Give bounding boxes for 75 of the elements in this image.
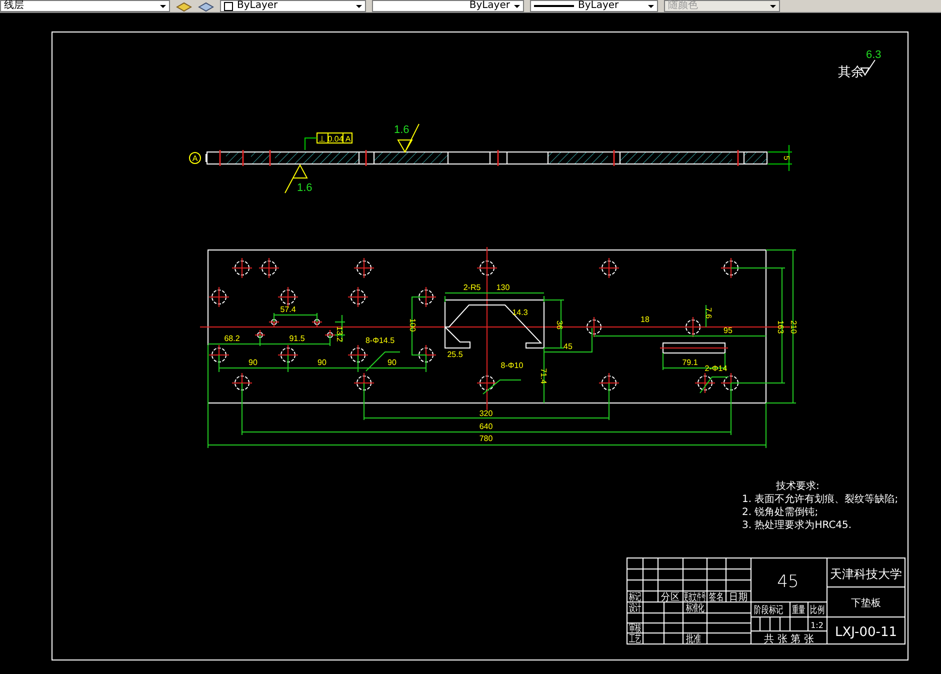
leader-line [304, 138, 318, 150]
title-block-label: 日期 [729, 592, 748, 604]
dimension-text: 91.5 [289, 334, 305, 343]
caret-icon [648, 4, 654, 8]
linetype-dropdown[interactable]: ByLayer [372, 0, 524, 12]
dimension-text: 90 [318, 358, 326, 367]
title-block-label: 更改文件号 [684, 590, 706, 603]
caret-icon [770, 4, 776, 8]
dimension-text: 13.2 [335, 326, 344, 342]
dimension-text: 14.3 [512, 308, 528, 317]
dimension-text: 95 [724, 326, 732, 335]
caret-icon [160, 4, 166, 8]
title-block-label: 分区 [661, 592, 680, 604]
datum-circle [189, 152, 201, 164]
dimension-text: 25.5 [447, 350, 463, 359]
dimension-text: 71.4 [539, 368, 548, 384]
color-swatch-icon [224, 2, 233, 10]
dimension-text: 163 [776, 320, 785, 334]
layer-stack-icon[interactable] [176, 0, 192, 12]
roughness-value: 1.6 [297, 182, 312, 194]
title-block-label: 工艺 [629, 632, 641, 644]
roughness-note-label: 其余 [838, 65, 864, 80]
part-name: 下垫板 [851, 598, 881, 609]
dimension-text: 130 [496, 283, 510, 292]
dimension-text: 7.6 [704, 307, 713, 319]
tolerance-frame-text: A [345, 134, 351, 144]
color-dropdown[interactable]: ByLayer [220, 0, 366, 12]
dimension-text: 100 [408, 318, 417, 332]
dimension-text: 57.4 [280, 305, 296, 314]
datum-label: A [192, 154, 198, 163]
caret-icon [514, 4, 520, 8]
title-block-label: 设计 [629, 601, 641, 614]
dimension-text: 90 [248, 358, 258, 367]
technical-requirement: 3. 热处理要求为HRC45. [742, 520, 852, 531]
sheet-count-label: 共 张 第 张 [764, 634, 814, 645]
school-name: 天津科技大学 [830, 567, 902, 581]
layers-icon[interactable] [198, 0, 214, 12]
drawing-number: LXJ-00-11 [835, 625, 897, 640]
title-block-label: 阶段标记 [754, 604, 784, 616]
lineweight-dropdown[interactable]: ByLayer [530, 0, 658, 12]
dimension-text: 79.1 [682, 358, 698, 367]
title-block-label: 标记 [629, 590, 641, 602]
dimension-text: 36 [555, 320, 564, 330]
dimension-text: 640 [479, 422, 493, 431]
title-block-label: 批准 [686, 634, 702, 646]
tolerance-frame-text: 0.04 [328, 134, 344, 144]
technical-requirement: 2. 锐角处需倒钝; [742, 507, 818, 518]
layer-dropdown[interactable]: 线层 [0, 0, 170, 12]
title-block-label: 比例 [810, 604, 825, 616]
dimension-text: 45 [564, 342, 572, 351]
roughness-value: 6.3 [866, 49, 882, 61]
title-block-label: 签名 [709, 592, 724, 604]
scale-value: 1:2 [810, 621, 824, 630]
dimension-text: 2-R5 [463, 283, 481, 292]
dimension-text: 90 [388, 358, 396, 367]
dimension-text: 8-Φ14.5 [365, 336, 395, 345]
dimension-text: 18 [640, 315, 650, 324]
dimension-text: 68.2 [224, 334, 240, 343]
dimension-text: 320 [479, 409, 493, 418]
technical-requirement: 1. 表面不允许有划痕、裂纹等缺陷; [742, 494, 898, 505]
caret-icon [356, 4, 362, 8]
tolerance-frame [316, 132, 352, 144]
title-block-label: 审核 [629, 621, 641, 634]
material-text: 45 [777, 572, 799, 592]
title-block-label: 标准化 [686, 601, 704, 614]
dimension-text: 8-Φ10 [500, 361, 524, 370]
tolerance-frame-text: ⊥ [318, 134, 326, 144]
dimension-text: 780 [479, 434, 493, 443]
dimension-text: 5 [782, 156, 791, 160]
roughness-value: 1.6 [394, 124, 410, 136]
technical-requirements-title: 技术要求: [776, 481, 820, 492]
thickness-dimension-line [768, 144, 792, 172]
line-sample-icon [534, 5, 574, 7]
title-block-label: 重量 [792, 604, 805, 617]
dimension-text: 210 [789, 320, 798, 334]
